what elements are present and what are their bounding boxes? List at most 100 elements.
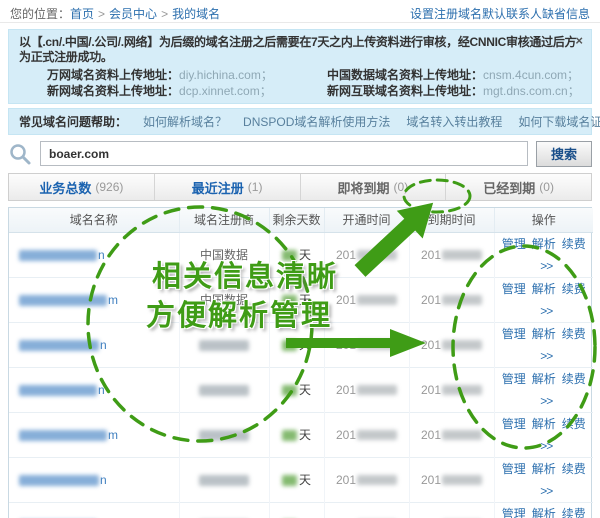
close-icon[interactable]: × (575, 34, 583, 47)
expire-date-cell: 201 (409, 232, 494, 277)
expire-date-cell: 201 (409, 322, 494, 367)
resolve-action-link[interactable]: 解析 (532, 462, 556, 476)
renew-action-link[interactable]: 续费 (562, 372, 586, 386)
tab-expiring-soon[interactable]: 即将到期(0) (301, 174, 447, 200)
registrar-cell (179, 502, 269, 518)
open-date-cell: 201 (324, 457, 409, 502)
domain-link[interactable]: n (19, 473, 107, 487)
domain-cell: n (9, 322, 179, 367)
resolve-action-link[interactable]: 解析 (532, 327, 556, 341)
blurred-expire-date (442, 430, 482, 440)
more-actions-link[interactable]: >> (540, 484, 552, 498)
blurred-days-number (282, 430, 297, 441)
faq-link-transfer[interactable]: 域名转入转出教程 (406, 113, 502, 130)
more-actions-link[interactable]: >> (540, 349, 552, 363)
open-date-cell: 201 (324, 367, 409, 412)
manage-action-link[interactable]: 管理 (502, 507, 526, 518)
table-row: m天201201管理解析续费>> (9, 412, 593, 457)
domain-link[interactable]: m (19, 428, 118, 442)
upload-link-label: 新网域名资料上传地址： (47, 84, 179, 98)
breadcrumb-my-domains-link[interactable]: 我的域名 (172, 7, 220, 21)
upload-link-url[interactable]: cnsm.4cun.com； (483, 68, 579, 82)
resolve-action-link[interactable]: 解析 (532, 417, 556, 431)
resolve-action-link[interactable]: 解析 (532, 282, 556, 296)
registrar-cell (179, 412, 269, 457)
resolve-action-link[interactable]: 解析 (532, 237, 556, 251)
upload-link-label: 新网互联域名资料上传地址： (327, 84, 483, 98)
domain-search-input[interactable] (40, 141, 528, 166)
tab-label: 最近注册 (192, 178, 244, 197)
manage-action-link[interactable]: 管理 (502, 462, 526, 476)
open-date-prefix: 201 (336, 428, 356, 442)
upload-links-grid: 万网域名资料上传地址：diy.hichina.com； 中国数据域名资料上传地址… (47, 67, 581, 99)
registrar-cell (179, 457, 269, 502)
header-registrar: 域名注册商 (179, 208, 269, 232)
blurred-expire-date (442, 250, 482, 260)
renew-action-link[interactable]: 续费 (562, 462, 586, 476)
tab-count: (0) (394, 180, 409, 194)
domain-link[interactable]: n (19, 248, 105, 262)
actions-cell: 管理解析续费 >> (494, 277, 593, 322)
breadcrumb-member-center-link[interactable]: 会员中心 (109, 7, 157, 21)
manage-action-link[interactable]: 管理 (502, 372, 526, 386)
resolve-action-link[interactable]: 解析 (532, 507, 556, 518)
upload-link-label: 中国数据域名资料上传地址： (327, 68, 483, 82)
renew-action-link[interactable]: 续费 (562, 282, 586, 296)
domain-link[interactable]: n (19, 338, 107, 352)
renew-action-link[interactable]: 续费 (562, 327, 586, 341)
renew-action-link[interactable]: 续费 (562, 417, 586, 431)
domain-suffix: n (100, 338, 107, 352)
table-row: n天201201管理解析续费>> (9, 457, 593, 502)
actions-cell: 管理解析续费>> (494, 502, 593, 518)
breadcrumb-prefix: 您的位置： (10, 7, 70, 21)
days-remaining-cell: 天 (269, 412, 324, 457)
expire-date-cell: 201 (409, 502, 494, 518)
renew-action-link[interactable]: 续费 (562, 237, 586, 251)
tab-expired[interactable]: 已经到期 (0) (446, 174, 591, 200)
breadcrumb-home-link[interactable]: 首页 (70, 7, 94, 21)
days-remaining-cell: 天 (269, 457, 324, 502)
more-actions-link[interactable]: >> (540, 439, 552, 453)
blurred-registrar-text (199, 430, 249, 441)
faq-link-certificate[interactable]: 如何下载域名证书？ (518, 113, 600, 130)
manage-action-link[interactable]: 管理 (502, 237, 526, 251)
more-actions-link[interactable]: >> (540, 394, 552, 408)
resolve-action-link[interactable]: 解析 (532, 372, 556, 386)
expire-date-cell: 201 (409, 277, 494, 322)
registrar-cell (179, 367, 269, 412)
domain-management-page: 您的位置：首页>会员中心>我的域名 设置注册域名默认联系人缺省信息 以【.cn/… (0, 0, 600, 518)
days-unit: 天 (299, 428, 311, 442)
registrar-cell: 中国数据 (179, 232, 269, 277)
tab-total-business[interactable]: 业务总数(926) (9, 174, 155, 200)
upload-link-url[interactable]: dcp.xinnet.com； (179, 84, 272, 98)
upload-link-url[interactable]: mgt.dns.com.cn； (483, 84, 580, 98)
domain-link[interactable]: n (19, 383, 105, 397)
blurred-expire-date (442, 295, 482, 305)
upload-link-item: 新网互联域名资料上传地址：mgt.dns.com.cn； (327, 83, 581, 99)
open-date-prefix: 201 (336, 383, 356, 397)
blurred-expire-date (442, 475, 482, 485)
tab-label: 已经到期 (483, 178, 535, 197)
expire-date-cell: 201 (409, 367, 494, 412)
upload-link-item: 中国数据域名资料上传地址：cnsm.4cun.com； (327, 67, 581, 83)
manage-action-link[interactable]: 管理 (502, 327, 526, 341)
table-row: n天201201管理解析续费>> (9, 367, 593, 412)
domain-link[interactable]: m (19, 293, 118, 307)
more-actions-link[interactable]: >> (540, 304, 552, 318)
renew-action-link[interactable]: 续费 (562, 507, 586, 518)
actions-cell: 管理解析续费 >> (494, 232, 593, 277)
manage-action-link[interactable]: 管理 (502, 282, 526, 296)
upload-link-url[interactable]: diy.hichina.com； (179, 68, 273, 82)
blurred-registrar-text (199, 340, 249, 351)
open-date-prefix: 201 (336, 473, 356, 487)
faq-link-resolve[interactable]: 如何解析域名？ (143, 113, 227, 130)
default-contact-settings-link[interactable]: 设置注册域名默认联系人缺省信息 (410, 5, 590, 22)
more-actions-link[interactable]: >> (540, 259, 552, 273)
tab-recently-registered[interactable]: 最近注册(1) (155, 174, 301, 200)
tab-count: (0) (539, 180, 554, 194)
open-date-prefix: 201 (336, 248, 356, 262)
faq-link-dnspod[interactable]: DNSPOD域名解析使用方法 (243, 113, 390, 130)
manage-action-link[interactable]: 管理 (502, 417, 526, 431)
search-button[interactable]: 搜索 (536, 141, 592, 167)
open-date-cell: 201 (324, 277, 409, 322)
